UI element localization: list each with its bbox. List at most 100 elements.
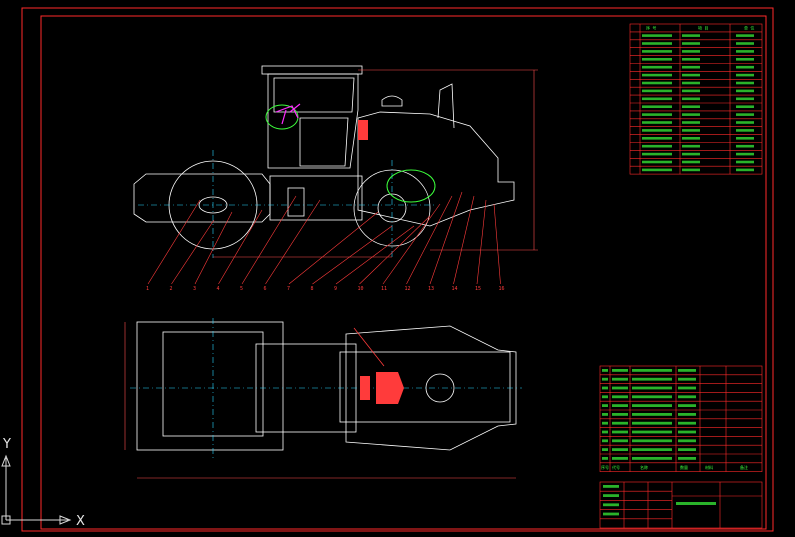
spec-table-cell-text [682, 34, 700, 37]
callout-number: 10 [358, 286, 364, 292]
callout-leader-line [288, 211, 379, 285]
parts-list-cell-text [612, 439, 628, 443]
spec-table-cell-text [642, 97, 672, 101]
callout-leader-line [335, 225, 415, 285]
callout-number: 6 [264, 286, 267, 292]
parts-list-cell-text [678, 404, 696, 407]
callout-number: 1 [146, 286, 149, 292]
callout-number: 5 [240, 286, 243, 292]
parts-list-header-cell: 备注 [740, 464, 748, 470]
parts-list-cell-text [678, 457, 696, 460]
cab-body [267, 73, 359, 169]
parts-list-header-cell: 代号 [612, 464, 620, 470]
spec-table[interactable]: 序 号项 目单 位 [629, 23, 763, 175]
spec-table-cell-text [682, 89, 700, 93]
spec-table-cell-text [736, 81, 754, 85]
parts-list-cell-text [602, 457, 608, 460]
drawing-frame [21, 7, 774, 532]
parts-list-cell-text [632, 413, 672, 416]
callout-number: 2 [170, 286, 173, 292]
drawing-title-text [676, 502, 716, 505]
parts-list-cell-text [632, 395, 672, 399]
parts-list-cell-text [678, 395, 696, 399]
spec-table-cell-text [736, 34, 754, 37]
spec-table-cell-text [682, 144, 700, 148]
parts-list-cell-text [602, 404, 608, 407]
spec-table-cell-text [642, 160, 672, 164]
callout-number: 4 [217, 286, 220, 292]
spec-table-cell-text [642, 50, 672, 53]
parts-list-cell-text [632, 421, 672, 425]
spec-table-cell-text [642, 81, 672, 85]
spec-table-cell-text [682, 168, 700, 172]
parts-list-cell-text [632, 430, 672, 434]
callout-number: 13 [428, 286, 434, 292]
parts-list-table[interactable]: 序号 代号 名称 数量 材料 备注 [599, 365, 763, 472]
callout-leader-line [147, 199, 201, 285]
spec-table-cell-text [682, 105, 700, 108]
cad-drawing-canvas[interactable]: 1 2 3 4 5 6 7 8 9 10 11 12 13 14 15 16 序 号项 目单 位 序号 代号 名称… [0, 0, 795, 537]
side-elevation-view[interactable] [133, 65, 515, 250]
parts-list-cell-text [602, 369, 608, 372]
spec-table-cell-text [736, 73, 754, 77]
spec-table-cell-text [736, 97, 754, 101]
plan-dimensions [124, 322, 516, 479]
parts-list-header-cell: 名称 [640, 464, 648, 470]
spec-table-cell-text [642, 58, 672, 61]
callout-leader-line [476, 199, 487, 285]
callout-number: 11 [381, 286, 387, 292]
spec-table-cell-text [642, 42, 672, 45]
callout-number: 8 [311, 286, 314, 292]
parts-list-cell-text [678, 413, 696, 416]
callout-leader-line [493, 203, 501, 285]
spec-table-cell-text [642, 137, 672, 140]
spec-table-cell-text [682, 58, 700, 61]
plan-centerlines [130, 318, 522, 460]
title-block-cell-text [603, 503, 619, 507]
parts-list-cell-text [602, 448, 608, 451]
spec-table-cell-text [682, 65, 700, 69]
spec-table-cell-text [736, 160, 754, 164]
spec-table-cell-text [736, 137, 754, 140]
plan-view[interactable] [136, 321, 517, 451]
parts-list-cell-text [602, 386, 608, 390]
parts-list-cell-text [612, 430, 628, 434]
operator-figure [275, 103, 301, 125]
callout-number: 3 [193, 286, 196, 292]
side-dimensions [213, 69, 538, 258]
callout-leader-line [382, 203, 441, 285]
spec-table-cell-text [682, 42, 700, 45]
parts-list-cell-text [678, 430, 696, 434]
callout-number: 16 [499, 286, 505, 292]
spec-table-cell-text [736, 65, 754, 69]
cab-roof [261, 65, 363, 75]
ucs-x-label: X [76, 514, 85, 529]
parts-list-header-cell: 数量 [680, 464, 688, 470]
spec-table-cell-text [736, 121, 754, 124]
spec-table-cell-text [682, 113, 700, 116]
parts-list-cell-text [612, 395, 628, 399]
parts-list-cell-text [602, 395, 608, 399]
plan-front-frame [136, 321, 284, 451]
spec-table-cell-text [736, 58, 754, 61]
parts-list-cell-text [602, 413, 608, 416]
parts-list-cell-text [612, 404, 628, 407]
parts-list-cell-text [612, 448, 628, 451]
parts-list-cell-text [632, 369, 672, 372]
ucs-axis-icon [1, 454, 72, 525]
parts-list-cell-text [602, 377, 608, 381]
parts-list-cell-text [602, 421, 608, 425]
spec-table-cell-text [736, 168, 754, 172]
spec-table-cell-text [682, 121, 700, 124]
parts-list-cell-text [612, 413, 628, 416]
title-block[interactable] [599, 481, 763, 529]
cab-window [273, 77, 355, 113]
spec-table-cell-text [642, 65, 672, 69]
plan-warning-chevron-left [360, 376, 370, 400]
spec-table-cell-text [642, 105, 672, 108]
spec-table-cell-text [642, 89, 672, 93]
parts-list-header-cell: 材料 [705, 464, 713, 470]
side-centerlines [138, 150, 436, 258]
spec-table-cell-text [736, 152, 754, 156]
parts-list-header-cell: 序号 [601, 464, 609, 470]
